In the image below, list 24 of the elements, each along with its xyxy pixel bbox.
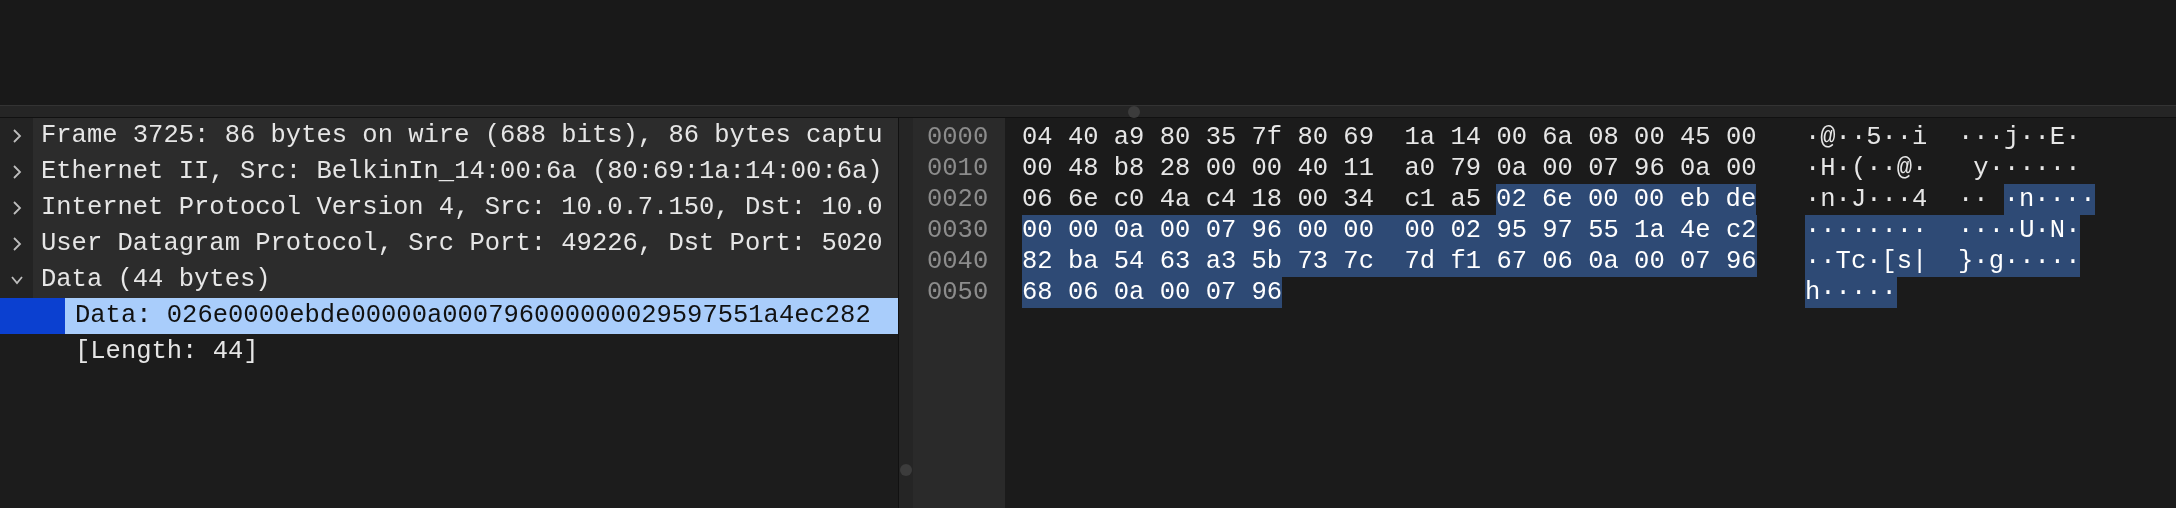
splitter-handle[interactable] [1128,106,1140,118]
offset-label: 0030 [927,215,990,246]
ascii-text[interactable]: ·n···· [2003,184,2096,215]
hex-bytes[interactable]: 68 06 0a 00 07 96 [1022,277,1283,308]
ascii-text[interactable]: h····· [1805,277,1897,308]
ascii-text[interactable]: ··Tc·[s| }·g····· [1805,246,2081,277]
ascii-text[interactable]: ·n·J···4 ·· [1805,184,1989,215]
tree-item[interactable]: [Length: 44] [0,334,898,370]
offset-label: 0040 [927,246,990,277]
offset-label: 0010 [927,153,990,184]
hex-bytes[interactable]: 00 48 b8 28 00 00 40 11 a0 79 0a 00 07 96 0a 00 [1022,153,1757,184]
splitter-handle[interactable] [900,464,912,476]
ascii-text[interactable]: ········ ····U·N· [1805,215,2081,246]
offset-label: 0020 [927,184,990,215]
ascii-text[interactable]: ·@··5··i ···j··E· [1805,122,2081,153]
tree-item[interactable]: Data: 026e0000ebde00000a000796000000029597551a4ec282 [0,298,898,334]
offset-label: 0000 [927,122,990,153]
hex-bytes[interactable]: 06 6e c0 4a c4 18 00 34 c1 a5 [1022,184,1482,215]
hex-bytes[interactable]: 02 6e 00 00 eb de [1496,184,1757,215]
hex-bytes[interactable]: 82 ba 54 63 a3 5b 73 7c 7d f1 67 06 0a 00 07 96 [1022,246,1757,277]
hex-bytes[interactable]: 04 40 a9 80 35 7f 80 69 1a 14 00 6a 08 00 45 00 [1022,122,1757,153]
offset-label: 0050 [927,277,990,308]
ascii-text[interactable]: ·H·(··@· y······ [1805,153,2081,184]
hex-bytes[interactable]: 00 00 0a 00 07 96 00 00 00 02 95 97 55 1a 4e c2 [1022,215,1757,246]
